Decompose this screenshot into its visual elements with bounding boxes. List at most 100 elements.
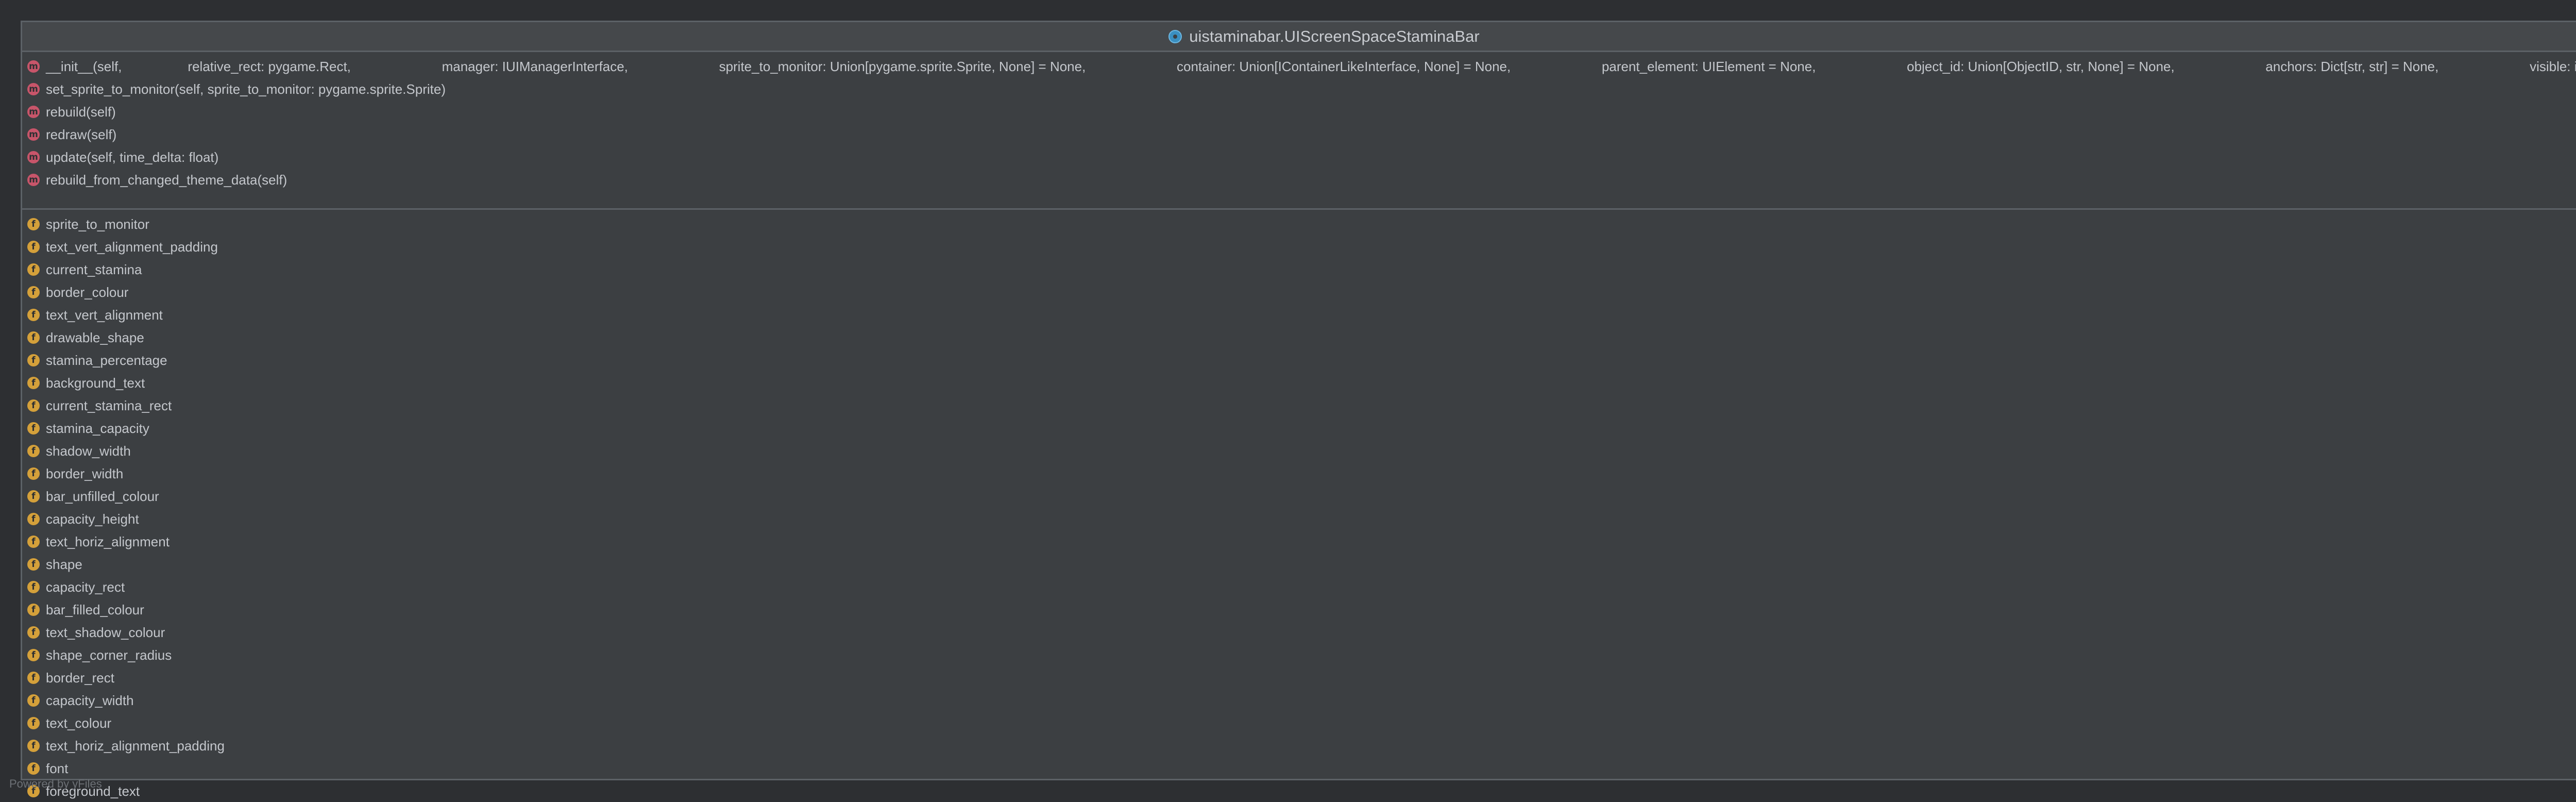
method-list: m set_sprite_to_monitor(self, sprite_to_m… [22, 78, 2576, 191]
fields-section: f sprite_to_monitor f text_vert_alignment_p… [22, 210, 2576, 799]
method-signature: set_sprite_to_monitor(self, sprite_to_mo… [46, 81, 446, 97]
field-row[interactable]: f current_stamina [22, 258, 2576, 281]
field-icon: f [27, 445, 40, 457]
field-name: text_shadow_colour [46, 624, 165, 640]
field-name: text_horiz_alignment [46, 533, 170, 549]
field-icon: f [27, 286, 40, 298]
field-icon: f [27, 649, 40, 661]
init-param: relative_rect: pygame.Rect, [188, 58, 351, 74]
method-signature: update(self, time_delta: float) [46, 149, 219, 165]
field-row[interactable]: f text_vert_alignment [22, 304, 2576, 326]
field-row[interactable]: f capacity_height [22, 508, 2576, 530]
field-name: text_colour [46, 715, 112, 731]
method-icon: m [27, 128, 40, 141]
method-row[interactable]: m redraw(self) [22, 123, 2576, 146]
field-name: bar_unfilled_colour [46, 488, 159, 504]
field-row[interactable]: f text_horiz_alignment [22, 530, 2576, 553]
field-icon: f [27, 467, 40, 480]
method-row[interactable]: m set_sprite_to_monitor(self, sprite_to_m… [22, 78, 2576, 101]
field-row[interactable]: f drawable_shape [22, 326, 2576, 349]
field-row[interactable]: f capacity_width [22, 689, 2576, 712]
method-row[interactable]: m update(self, time_delta: float) [22, 146, 2576, 169]
field-icon: f [27, 717, 40, 729]
field-row[interactable]: f capacity_rect [22, 576, 2576, 598]
field-name: shadow_width [46, 443, 131, 459]
method-row-init[interactable]: m __init__(self, relative_rect: pygame.R… [22, 55, 2576, 78]
field-name: capacity_height [46, 511, 139, 527]
field-name: bar_filled_colour [46, 602, 144, 617]
field-icon: f [27, 762, 40, 775]
class-header[interactable]: uistaminabar.UIScreenSpaceStaminaBar [22, 22, 2576, 52]
field-icon: f [27, 536, 40, 548]
field-icon: f [27, 309, 40, 321]
field-row[interactable]: f stamina_percentage [22, 349, 2576, 372]
field-icon: f [27, 218, 40, 230]
field-name: border_width [46, 465, 124, 481]
diagram-canvas: uistaminabar.UIScreenSpaceStaminaBar m _… [0, 0, 2576, 802]
field-row[interactable]: f border_width [22, 462, 2576, 485]
init-params: relative_rect: pygame.Rect, manager: IUI… [188, 59, 2576, 75]
method-icon: m [27, 151, 40, 163]
field-name: drawable_shape [46, 329, 144, 345]
field-name: stamina_percentage [46, 352, 167, 368]
field-name: shape_corner_radius [46, 647, 172, 663]
field-name: text_vert_alignment_padding [46, 239, 218, 255]
field-name: shape [46, 556, 82, 572]
field-row[interactable]: f background_text [22, 372, 2576, 394]
field-icon: f [27, 422, 40, 435]
field-row[interactable]: f border_rect [22, 666, 2576, 689]
field-icon: f [27, 513, 40, 525]
field-name: capacity_width [46, 692, 134, 708]
field-name: background_text [46, 375, 145, 391]
field-name: stamina_capacity [46, 420, 149, 436]
method-row[interactable]: m rebuild(self) [22, 101, 2576, 123]
field-row[interactable]: f bar_filled_colour [22, 598, 2576, 621]
field-row[interactable]: f text_vert_alignment_padding [22, 236, 2576, 258]
field-row[interactable]: f text_shadow_colour [22, 621, 2576, 644]
field-row[interactable]: f shadow_width [22, 440, 2576, 462]
method-signature: rebuild(self) [46, 104, 116, 120]
field-name: sprite_to_monitor [46, 216, 149, 232]
method-icon: m [27, 106, 40, 118]
field-name: text_vert_alignment [46, 307, 163, 323]
field-icon: f [27, 558, 40, 571]
field-icon: f [27, 399, 40, 412]
field-icon: f [27, 604, 40, 616]
field-row[interactable]: f foreground_text [22, 780, 2576, 802]
field-row[interactable]: f shape_corner_radius [22, 644, 2576, 666]
field-name: current_stamina_rect [46, 397, 172, 413]
field-name: border_colour [46, 284, 129, 300]
field-icon: f [27, 377, 40, 389]
field-name: font [46, 760, 69, 776]
field-row[interactable]: f current_stamina_rect [22, 394, 2576, 417]
init-param: anchors: Dict[str, str] = None, [2265, 58, 2439, 74]
field-row[interactable]: f shape [22, 553, 2576, 576]
field-name: current_stamina [46, 261, 142, 277]
field-row[interactable]: f sprite_to_monitor [22, 213, 2576, 236]
field-icon: f [27, 241, 40, 253]
method-row[interactable]: m rebuild_from_changed_theme_data(self) [22, 169, 2576, 191]
method-icon: m [27, 174, 40, 186]
init-param: sprite_to_monitor: Union[pygame.sprite.S… [719, 58, 1086, 74]
field-row[interactable]: f bar_unfilled_colour [22, 485, 2576, 508]
init-param: visible: int = 1) [2530, 58, 2576, 74]
field-icon: f [27, 694, 40, 707]
field-icon: f [27, 490, 40, 503]
field-icon: f [27, 626, 40, 639]
field-row[interactable]: f border_colour [22, 281, 2576, 304]
field-row[interactable]: f text_horiz_alignment_padding [22, 734, 2576, 757]
init-param: parent_element: UIElement = None, [1601, 58, 1816, 74]
field-icon: f [27, 672, 40, 684]
class-icon [1168, 29, 1182, 43]
field-row[interactable]: f text_colour [22, 712, 2576, 734]
field-row[interactable]: f stamina_capacity [22, 417, 2576, 440]
field-icon: f [27, 263, 40, 276]
field-icon: f [27, 331, 40, 344]
methods-section: m __init__(self, relative_rect: pygame.R… [22, 52, 2576, 210]
field-name: text_horiz_alignment_padding [46, 738, 225, 754]
uml-class-box[interactable]: uistaminabar.UIScreenSpaceStaminaBar m _… [21, 21, 2576, 799]
init-param: container: Union[IContainerLikeInterface… [1177, 58, 1511, 74]
field-row[interactable]: f font [22, 757, 2576, 780]
method-init-name: __init__(self, [46, 58, 122, 74]
method-icon: m [27, 83, 40, 95]
